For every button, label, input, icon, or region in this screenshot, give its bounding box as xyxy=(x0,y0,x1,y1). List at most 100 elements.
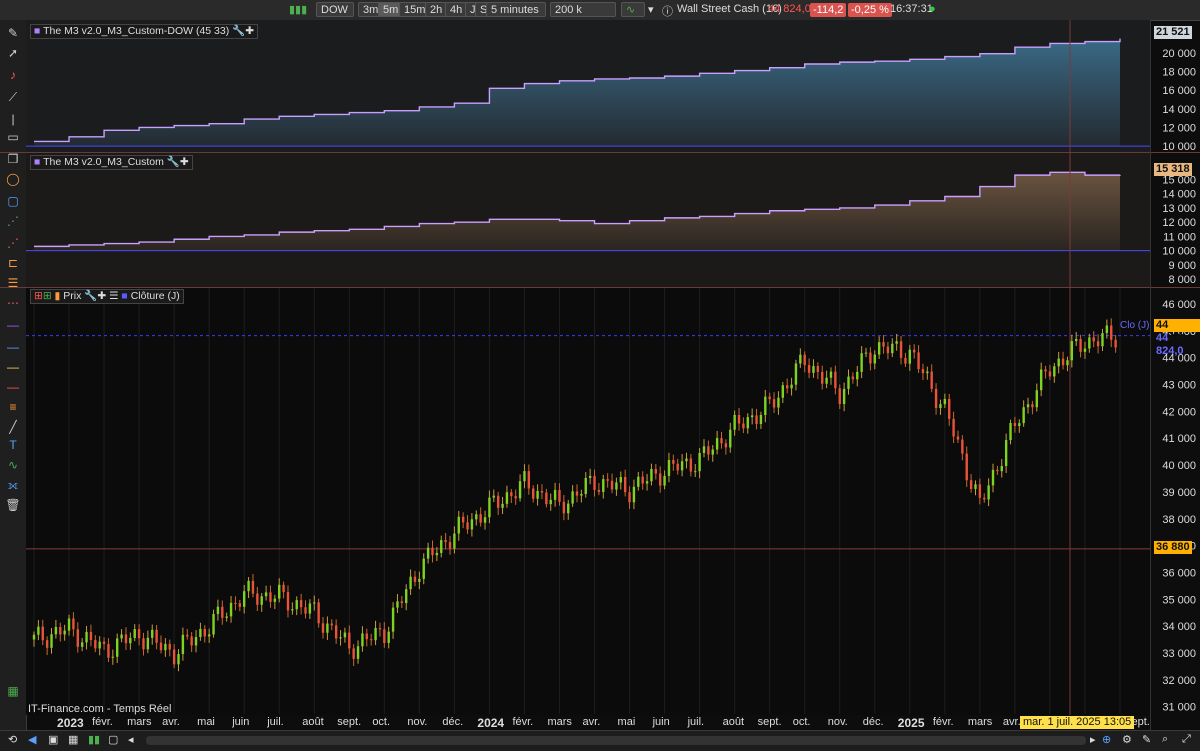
candle-body xyxy=(422,558,425,579)
candle-body xyxy=(94,640,97,649)
candle-body xyxy=(216,606,220,614)
candle-body xyxy=(207,634,211,637)
candle-body xyxy=(602,479,605,492)
candle-body xyxy=(869,352,872,364)
window-icon[interactable]: ▢ xyxy=(108,733,118,746)
candle-body xyxy=(330,623,333,626)
x-axis: 2023 févr. mars avr. mai juin juil. août sept. oc… xyxy=(26,715,1150,730)
x-tick: sept. xyxy=(337,716,362,728)
candle-body xyxy=(864,352,868,354)
wrench-icon[interactable]: 🔧 xyxy=(232,25,245,37)
candle-body xyxy=(532,488,535,499)
candle-body xyxy=(339,637,342,639)
candle-body xyxy=(356,646,360,659)
wrench-icon[interactable]: 🔧 xyxy=(84,290,97,302)
x-tick: sept. xyxy=(757,716,782,728)
magnify-icon[interactable]: ⌕ xyxy=(1162,733,1168,746)
equity2-y-tick: 10 000 xyxy=(1162,246,1196,258)
expand2-icon[interactable]: ⊞ xyxy=(43,290,52,302)
expand-icon[interactable]: ⊞ xyxy=(34,290,43,302)
candle-body xyxy=(120,634,123,639)
candle-body xyxy=(1070,341,1074,361)
scroll-left-icon[interactable]: ◂ xyxy=(128,733,134,746)
candle-body xyxy=(45,640,49,648)
candle-body xyxy=(996,469,999,472)
candle-body xyxy=(567,503,570,514)
candle-body xyxy=(623,476,627,493)
candle-body xyxy=(190,636,193,646)
horizontal-scrollbar[interactable] xyxy=(146,736,1086,745)
candle-body xyxy=(733,414,736,430)
close-label-text: Clôture (J) xyxy=(130,290,180,302)
candle-body xyxy=(225,616,228,618)
grid-layout-icon[interactable]: ▦ xyxy=(68,733,78,746)
candle-body xyxy=(851,376,855,380)
candle-body xyxy=(133,629,136,638)
candle-body xyxy=(899,341,903,358)
price-y-tick: 41 000 xyxy=(1162,433,1196,445)
candle-body xyxy=(155,629,158,643)
candle-body xyxy=(164,643,167,651)
candle-body xyxy=(426,547,430,559)
settings-icon[interactable]: ⚙ xyxy=(1122,733,1132,746)
candle-body xyxy=(1075,338,1078,342)
zoom-icon[interactable]: ⟲ xyxy=(8,733,17,746)
list-icon[interactable]: ☰ xyxy=(109,290,118,302)
candles-icon[interactable]: ▮▮ xyxy=(88,733,100,746)
candle-body xyxy=(172,649,176,665)
equity1-y-tick: 10 000 xyxy=(1162,141,1196,153)
candle-body xyxy=(540,491,544,493)
candle-body xyxy=(453,533,456,549)
candle-body xyxy=(308,603,312,614)
price-y-tick: 31 000 xyxy=(1162,702,1196,714)
cursor-date-label: mar. 1 juil. 2025 13:05 xyxy=(1020,716,1135,729)
candle-body xyxy=(610,480,614,490)
candle-body xyxy=(645,481,649,484)
candle-body xyxy=(803,354,806,366)
candle-body xyxy=(334,625,338,639)
fullscreen-icon[interactable]: ⤢ xyxy=(1182,733,1191,746)
candle-body xyxy=(729,429,732,448)
candle-body xyxy=(877,342,881,355)
price-y-tick: 35 000 xyxy=(1162,594,1196,606)
tools-icon[interactable]: ✎ xyxy=(1142,733,1151,746)
plus-icon[interactable]: ✚ xyxy=(97,290,106,302)
candle-body xyxy=(680,461,684,471)
x-tick: mars xyxy=(127,716,152,728)
candle-body xyxy=(575,491,579,496)
candle-body xyxy=(553,489,557,500)
candle-body xyxy=(939,404,942,409)
candle-body xyxy=(912,349,916,353)
candle-body xyxy=(597,489,601,492)
plus-icon[interactable]: ✚ xyxy=(245,25,254,37)
candle-body xyxy=(672,459,675,464)
layout-icon[interactable]: ▣ xyxy=(48,733,58,746)
candle-body xyxy=(181,634,185,655)
candle-body xyxy=(549,499,552,505)
candle-body xyxy=(365,633,369,640)
scroll-right-icon[interactable]: ▸ xyxy=(1090,733,1096,746)
zoom-in-icon[interactable]: ⊕ xyxy=(1102,733,1111,746)
candle-body xyxy=(1009,422,1012,441)
price-y-tick: 38 000 xyxy=(1162,514,1196,526)
close-price-tag: 44 824,0 xyxy=(1156,332,1184,357)
nav-left-icon[interactable]: ◀ xyxy=(28,733,36,746)
candle-body xyxy=(1110,325,1113,340)
candle-body xyxy=(1083,348,1087,352)
x-tick: juil. xyxy=(267,716,284,728)
candle-body xyxy=(199,628,202,638)
plus-icon[interactable]: ✚ xyxy=(180,156,189,168)
candle-body xyxy=(295,600,298,610)
candle-body xyxy=(146,637,150,650)
x-tick: avr. xyxy=(582,716,601,728)
candle-body xyxy=(269,592,272,602)
candle-body xyxy=(834,371,837,389)
candle-body xyxy=(343,632,347,638)
equity2-y-tick: 9 000 xyxy=(1168,260,1196,272)
price-y-tick: 39 000 xyxy=(1162,487,1196,499)
equity1-current-tag: 21 521 xyxy=(1154,26,1192,39)
candle-body xyxy=(85,631,88,643)
candle-body xyxy=(588,475,592,478)
candle-body xyxy=(606,479,609,481)
wrench-icon[interactable]: 🔧 xyxy=(167,156,180,168)
